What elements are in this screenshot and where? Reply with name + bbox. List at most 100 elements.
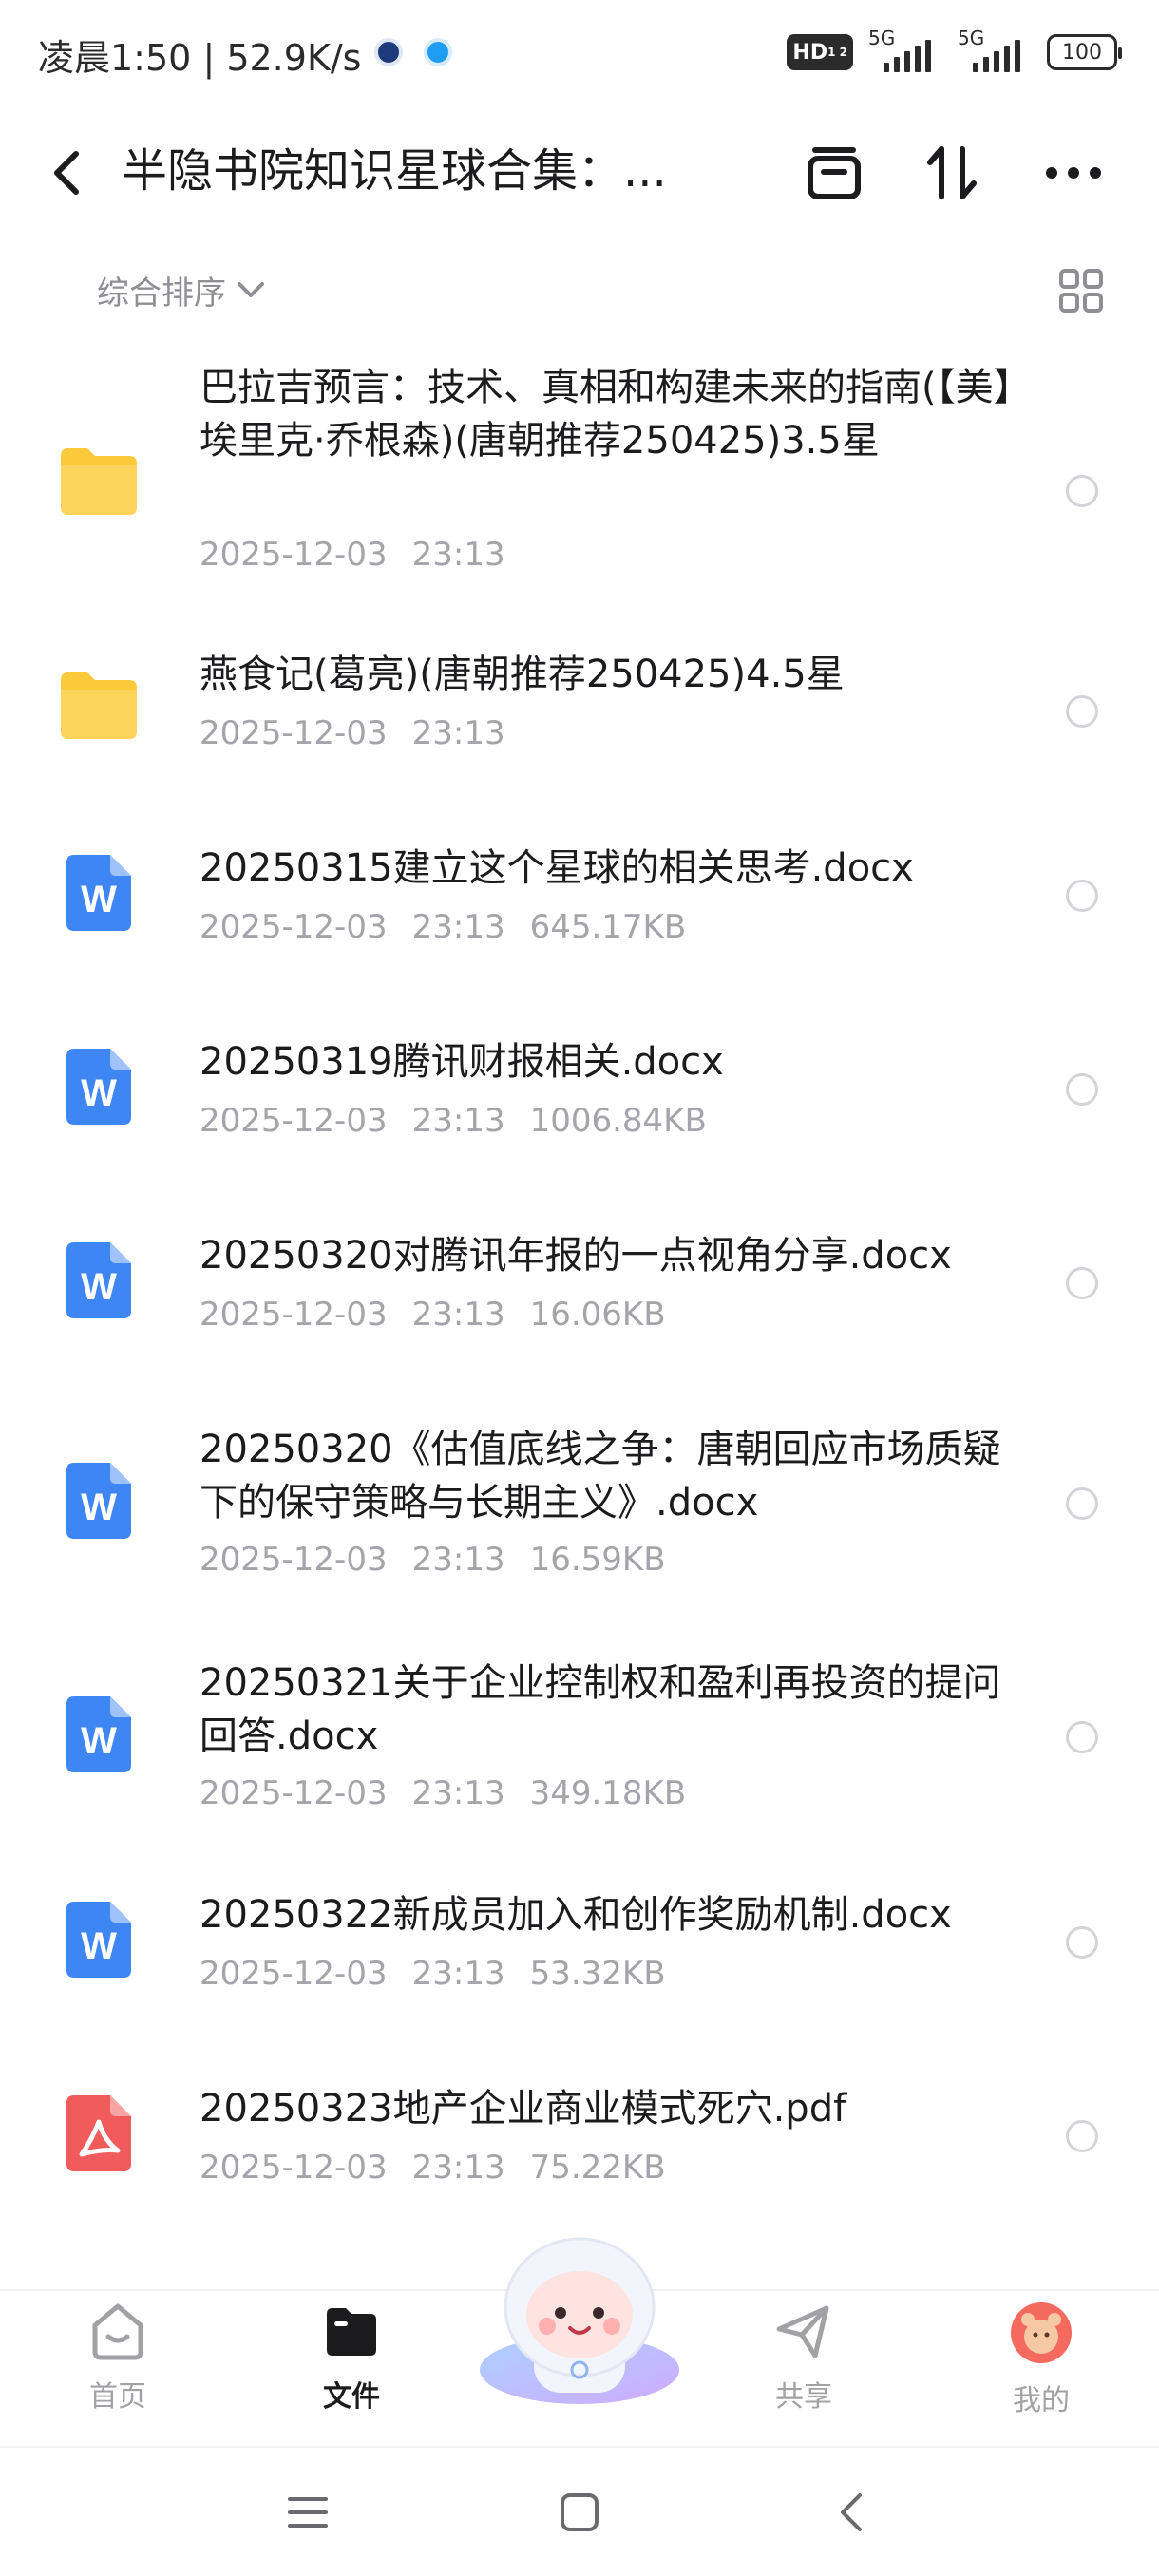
network-speed: 52.9K/s xyxy=(226,37,362,79)
mascot-icon xyxy=(480,2237,679,2404)
select-radio[interactable] xyxy=(1066,880,1098,912)
status-bar: 凌晨1:50 | 52.9K/s HD 1 2 5G 5G 100 xyxy=(0,0,1159,104)
recent-apps-button[interactable] xyxy=(270,2474,346,2550)
list-item[interactable]: 燕食记(葛亮)(唐朝推荐250425)4.5星 2025-12-03 23:13 xyxy=(0,648,1159,771)
select-radio[interactable] xyxy=(1066,1267,1098,1299)
file-meta: 2025-12-03 23:13 xyxy=(200,714,505,752)
file-meta: 2025-12-03 23:13 53.32KB xyxy=(200,1955,666,1993)
sort-dropdown[interactable]: 综合排序 xyxy=(97,256,266,323)
list-item[interactable]: W 20250321关于企业控制权和盈利再投资的提问回答.docx 2025-1… xyxy=(0,1657,1159,1828)
folder-icon xyxy=(57,445,141,521)
file-name: 20250322新成员加入和创作奖励机制.docx xyxy=(200,1893,952,1937)
archive-icon xyxy=(808,147,861,199)
clock: 凌晨1:50 xyxy=(38,37,192,79)
select-radio[interactable] xyxy=(1066,1073,1098,1106)
signal-icon: 5G xyxy=(958,27,1032,74)
system-navigation-bar xyxy=(0,2446,1159,2576)
tab-label: 首页 xyxy=(89,2380,146,2414)
svg-text:W: W xyxy=(81,1720,117,1762)
tab-share[interactable]: 共享 xyxy=(737,2301,870,2443)
home-button[interactable] xyxy=(542,2474,618,2550)
svg-text:W: W xyxy=(81,1266,117,1308)
system-back-button[interactable] xyxy=(813,2474,889,2550)
top-app-bar: 半隐书院知识星球合集：... xyxy=(0,104,1159,256)
sort-order-button[interactable] xyxy=(904,125,999,220)
svg-text:W: W xyxy=(81,1925,117,1967)
more-button[interactable] xyxy=(1026,125,1121,220)
select-radio[interactable] xyxy=(1066,475,1098,507)
select-radio[interactable] xyxy=(1066,1721,1098,1753)
status-time: 凌晨1:50 | 52.9K/s xyxy=(38,28,361,81)
tab-files[interactable]: 文件 xyxy=(285,2301,418,2443)
menu-icon xyxy=(288,2497,328,2528)
word-doc-icon: W xyxy=(66,1902,131,1981)
chevron-left-icon xyxy=(54,151,79,195)
app-notification-icon xyxy=(424,38,452,66)
tab-mine[interactable]: 我的 xyxy=(975,2301,1108,2443)
svg-text:W: W xyxy=(81,1487,117,1528)
list-item[interactable]: 巴拉吉预言：技术、真相和构建未来的指南(【美】埃里克·乔根森)(唐朝推荐2504… xyxy=(0,361,1159,589)
file-name: 20250320《估值底线之争：唐朝回应市场质疑下的保守策略与长期主义》.doc… xyxy=(200,1428,1001,1525)
back-button[interactable] xyxy=(42,125,95,220)
battery-icon: 100 xyxy=(1047,34,1122,70)
file-name: 20250315建立这个星球的相关思考.docx xyxy=(200,846,914,890)
signal-icon: 5G xyxy=(868,27,942,74)
grid-view-button[interactable] xyxy=(1051,260,1112,321)
list-item[interactable]: W 20250322新成员加入和创作奖励机制.docx 2025-12-03 23… xyxy=(0,1888,1159,2012)
file-name: 20250320对腾讯年报的一点视角分享.docx xyxy=(200,1234,952,1278)
word-doc-icon: W xyxy=(66,1049,131,1128)
list-item[interactable]: W 20250320《估值底线之争：唐朝回应市场质疑下的保守策略与长期主义》.d… xyxy=(0,1423,1159,1594)
file-name: 20250323地产企业商业模式死穴.pdf xyxy=(200,2087,847,2131)
file-meta: 2025-12-03 23:13 16.06KB xyxy=(200,1296,666,1334)
word-doc-icon: W xyxy=(66,1463,131,1543)
folder-icon xyxy=(57,669,141,745)
word-doc-icon: W xyxy=(66,1696,131,1776)
select-radio[interactable] xyxy=(1066,695,1098,728)
assistant-mascot-button[interactable] xyxy=(475,2227,684,2408)
home-icon xyxy=(92,2303,143,2360)
sort-label: 综合排序 xyxy=(97,274,226,313)
archive-button[interactable] xyxy=(787,125,882,220)
select-radio[interactable] xyxy=(1066,2120,1098,2152)
file-meta: 2025-12-03 23:13 16.59KB xyxy=(200,1541,666,1579)
file-meta: 2025-12-03 23:13 645.17KB xyxy=(200,908,687,946)
file-meta: 2025-12-03 23:13 349.18KB xyxy=(200,1774,687,1812)
paper-plane-icon xyxy=(776,2305,829,2358)
grid-view-icon xyxy=(1059,269,1103,313)
status-icons: HD 1 2 5G 5G 100 xyxy=(787,27,1122,76)
word-doc-icon: W xyxy=(66,855,131,935)
list-item[interactable]: W 20250320对腾讯年报的一点视角分享.docx 2025-12-03 23… xyxy=(0,1229,1159,1353)
list-item[interactable]: W 20250319腾讯财报相关.docx 2025-12-03 23:13 100… xyxy=(0,1035,1159,1159)
select-radio[interactable] xyxy=(1066,1487,1098,1520)
file-name: 巴拉吉预言：技术、真相和构建未来的指南(【美】埃里克·乔根森)(唐朝推荐2504… xyxy=(200,366,1013,463)
svg-text:W: W xyxy=(81,1072,117,1114)
svg-text:W: W xyxy=(81,879,117,920)
list-item[interactable]: W 20250315建立这个星球的相关思考.docx 2025-12-03 23:… xyxy=(0,842,1159,965)
pdf-icon xyxy=(66,2095,131,2175)
page-title: 半隐书院知识星球合集：... xyxy=(122,144,667,198)
avatar-icon xyxy=(1011,2302,1072,2363)
word-doc-icon: W xyxy=(66,1242,131,1322)
file-meta: 2025-12-03 23:13 75.22KB xyxy=(200,2149,666,2187)
file-name: 燕食记(葛亮)(唐朝推荐250425)4.5星 xyxy=(200,653,845,696)
tab-label: 文件 xyxy=(323,2380,380,2414)
chevron-down-icon xyxy=(238,282,264,297)
sort-row: 综合排序 xyxy=(0,247,1159,332)
file-name: 20250321关于企业控制权和盈利再投资的提问回答.docx xyxy=(200,1661,1001,1758)
list-item[interactable]: 20250323地产企业商业模式死穴.pdf 2025-12-03 23:13 75… xyxy=(0,2082,1159,2206)
file-name: 20250319腾讯财报相关.docx xyxy=(200,1040,724,1084)
tab-home[interactable]: 首页 xyxy=(51,2301,184,2443)
tab-label: 共享 xyxy=(775,2380,832,2414)
square-icon xyxy=(560,2493,598,2531)
tab-label: 我的 xyxy=(1013,2384,1070,2417)
hd-badge: HD 1 2 xyxy=(787,34,853,70)
app-notification-icon xyxy=(374,38,403,66)
more-dots-icon xyxy=(1046,167,1101,179)
select-radio[interactable] xyxy=(1066,1926,1098,1959)
folder-filled-icon xyxy=(327,2308,376,2356)
file-meta: 2025-12-03 23:13 xyxy=(200,536,505,574)
divider: | xyxy=(202,37,227,79)
file-meta: 2025-12-03 23:13 1006.84KB xyxy=(200,1102,707,1140)
chevron-left-icon xyxy=(841,2493,862,2531)
sort-arrows-icon xyxy=(927,146,977,199)
